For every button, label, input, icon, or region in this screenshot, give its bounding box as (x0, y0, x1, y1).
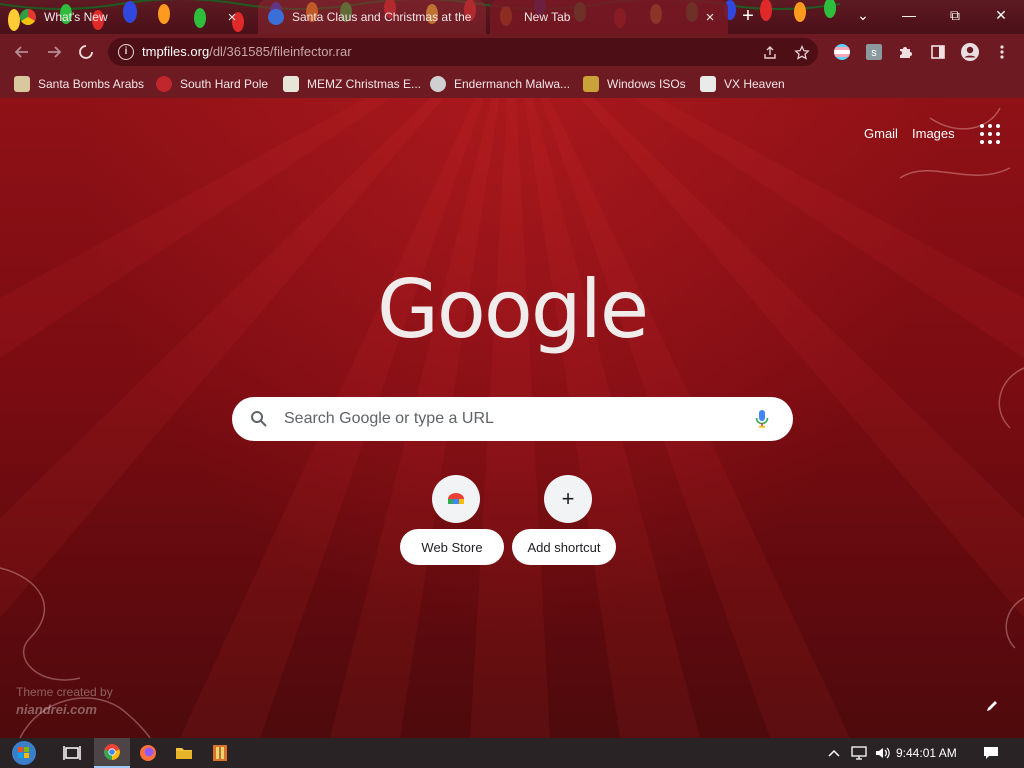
stop-loading-button[interactable] (74, 41, 98, 63)
windows-start-icon (12, 741, 36, 765)
site-favicon (268, 9, 284, 25)
show-hidden-icons-icon[interactable] (826, 744, 842, 762)
taskbar-firefox[interactable] (130, 738, 166, 768)
share-icon[interactable] (762, 45, 778, 61)
customize-pencil-icon[interactable] (982, 696, 1002, 716)
tab-new-tab[interactable]: New Tab × (490, 0, 728, 34)
new-tab-icon (500, 9, 516, 25)
search-tabs-button[interactable]: ⌄ (840, 0, 886, 30)
shortcut-web-store[interactable]: Web Store (400, 475, 512, 567)
minimize-button[interactable]: — (886, 0, 932, 30)
firefox-icon (140, 745, 156, 761)
task-view-icon (63, 746, 81, 760)
restore-button[interactable]: ⧉ (932, 0, 978, 30)
trans-flag-extension-icon[interactable] (832, 42, 852, 62)
loading-spinner-icon (79, 45, 93, 59)
tab-santa-claus[interactable]: Santa Claus and Christmas at the (258, 0, 486, 34)
search-box[interactable] (232, 397, 793, 441)
chrome-icon (20, 9, 36, 25)
bookmark-star-icon[interactable] (794, 45, 810, 61)
bookmark-label: Windows ISOs (607, 77, 686, 91)
santa-bookmark-icon (14, 76, 30, 92)
side-panel-icon[interactable] (928, 42, 948, 62)
bookmark-vx-heaven[interactable]: VX Heaven (700, 75, 785, 93)
forward-button[interactable] (42, 41, 66, 63)
archive-icon (213, 745, 227, 761)
bookmark-label: Endermanch Malwa... (454, 77, 571, 91)
gmail-link[interactable]: Gmail (864, 126, 898, 141)
svg-text:s: s (871, 47, 877, 59)
google-apps-icon[interactable] (980, 124, 1000, 144)
site-info-icon[interactable]: i (118, 44, 134, 60)
windows-iso-bookmark-icon (583, 76, 599, 92)
start-button[interactable] (4, 738, 44, 768)
forward-arrow-icon (48, 46, 62, 58)
images-link[interactable]: Images (912, 126, 955, 141)
url-text: tmpfiles.org/dl/361585/fileinfector.rar (142, 44, 352, 59)
bookmarks-bar: Santa Bombs Arabs South Hard Pole MEMZ C… (0, 70, 1024, 98)
close-tab-icon[interactable]: × (224, 9, 240, 26)
theme-credit[interactable]: Theme created by niandrei.com (16, 684, 113, 718)
theme-credit-site: niandrei.com (16, 702, 97, 717)
voice-search-icon[interactable] (754, 409, 770, 429)
back-arrow-icon (14, 46, 28, 58)
add-shortcut-button[interactable]: + Add shortcut (512, 475, 624, 567)
google-logo: Google (376, 263, 649, 356)
shortcut-icon-circle (432, 475, 480, 523)
task-view-button[interactable] (54, 738, 90, 768)
network-icon[interactable] (850, 744, 868, 762)
url-path: /dl/361585/fileinfector.rar (209, 44, 352, 59)
web-store-icon (448, 493, 464, 504)
url-host: tmpfiles.org (142, 44, 210, 59)
taskbar-chrome[interactable] (94, 738, 130, 768)
taskbar-file-explorer[interactable] (166, 738, 202, 768)
shortcut-label: Web Store (400, 529, 504, 565)
bookmark-label: Santa Bombs Arabs (38, 77, 145, 91)
tab-title: What's New (44, 10, 108, 24)
close-window-button[interactable]: ✕ (978, 0, 1024, 30)
bookmark-south-hard-pole[interactable]: South Hard Pole (156, 75, 268, 93)
plus-icon: + (561, 486, 575, 511)
bookmark-windows-isos[interactable]: Windows ISOs (583, 75, 686, 93)
taskbar-winrar[interactable] (202, 738, 238, 768)
close-tab-icon[interactable]: × (702, 9, 718, 26)
windows-taskbar: 9:44:01 AM (0, 738, 1024, 768)
tab-title: New Tab (524, 10, 571, 24)
profile-avatar-icon[interactable] (960, 42, 980, 62)
new-tab-page: Gmail Images Google Web Store + Add (0, 98, 1024, 738)
bookmark-memz-christmas[interactable]: MEMZ Christmas E... (283, 75, 421, 93)
vx-heaven-bookmark-icon (700, 76, 716, 92)
shortcut-icon-circle: + (544, 475, 592, 523)
tab-strip: What's New × Santa Claus and Christmas a… (0, 0, 1024, 34)
chrome-menu-icon[interactable] (992, 42, 1012, 62)
bookmark-label: South Hard Pole (180, 77, 269, 91)
folder-icon (176, 748, 192, 759)
search-input[interactable] (284, 397, 744, 441)
snowflake-bookmark-icon (156, 76, 172, 92)
volume-icon[interactable] (874, 744, 892, 762)
bookmark-label: VX Heaven (724, 77, 785, 91)
tab-whats-new[interactable]: What's New × (10, 0, 250, 34)
chrome-taskbar-icon (104, 744, 120, 760)
search-icon (251, 411, 267, 427)
tab-title: Santa Claus and Christmas at the (292, 10, 472, 24)
memz-bookmark-icon (283, 76, 299, 92)
theme-credit-line: Theme created by (16, 685, 113, 699)
extensions-puzzle-icon[interactable] (896, 42, 916, 62)
back-button[interactable] (10, 41, 34, 63)
taskbar-clock[interactable]: 9:44:01 AM (896, 746, 957, 760)
bookmark-santa-bombs-arabs[interactable]: Santa Bombs Arabs (14, 75, 144, 93)
endermanch-bookmark-icon (430, 76, 446, 92)
bookmark-endermanch-malware[interactable]: Endermanch Malwa... (430, 75, 570, 93)
s-extension-icon[interactable]: s (864, 42, 884, 62)
shortcut-label: Add shortcut (512, 529, 616, 565)
bookmark-label: MEMZ Christmas E... (307, 77, 422, 91)
address-bar[interactable]: i tmpfiles.org/dl/361585/fileinfector.ra… (108, 38, 818, 66)
action-center-icon[interactable] (982, 744, 1000, 762)
new-tab-button[interactable]: + (738, 6, 758, 26)
